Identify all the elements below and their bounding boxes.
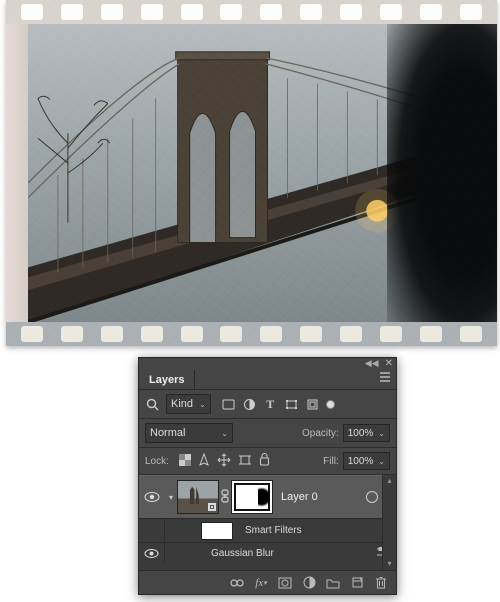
search-icon[interactable] [145, 397, 160, 412]
panel-menu-icon[interactable] [378, 371, 392, 383]
new-layer-icon[interactable] [350, 576, 364, 590]
blend-row: Normal ⌄ Opacity: 100% ⌄ [139, 419, 396, 448]
layers-panel: ◀◀ ✕ Layers Kind ⌄ T Normal ⌄ [138, 357, 397, 595]
visibility-toggle-icon[interactable] [144, 491, 160, 503]
filter-kind-select[interactable]: Kind ⌄ [166, 394, 211, 414]
smart-object-badge-icon [207, 502, 217, 512]
smart-filter-name: Gaussian Blur [211, 548, 274, 559]
new-group-icon[interactable] [326, 576, 340, 590]
smart-filters-mask-thumbnail[interactable] [201, 522, 233, 540]
layer-style-icon[interactable]: fx▾ [254, 576, 268, 590]
layer-name[interactable]: Layer 0 [281, 491, 318, 503]
opacity-input[interactable]: 100% ⌄ [343, 424, 390, 442]
mask-link-icon[interactable] [219, 489, 231, 506]
layer-filter-row: Kind ⌄ T [139, 390, 396, 419]
panel-top-strip: ◀◀ ✕ [139, 358, 396, 368]
panel-footer: fx▾ [139, 570, 396, 594]
chevron-down-icon: ⌄ [378, 457, 385, 466]
scroll-down-icon[interactable]: ▾ [383, 558, 396, 570]
smart-filters-header: Smart Filters [139, 519, 396, 543]
lock-image-icon[interactable] [198, 453, 210, 470]
visibility-spacer [139, 519, 165, 542]
photo-scratches [6, 0, 497, 346]
fill-value: 100% [348, 456, 374, 467]
new-adjustment-layer-icon[interactable] [302, 576, 316, 590]
lock-transparent-icon[interactable] [179, 454, 191, 469]
scroll-up-icon[interactable]: ▴ [383, 475, 396, 487]
filter-adjustment-icon[interactable] [242, 397, 257, 412]
canvas-preview [6, 0, 497, 346]
filter-type-icon[interactable]: T [263, 397, 278, 412]
tab-layers[interactable]: Layers [139, 370, 195, 389]
opacity-value: 100% [348, 428, 374, 439]
lock-row: Lock: Fill: 100% ⌄ [139, 448, 396, 475]
fill-input[interactable]: 100% ⌄ [343, 452, 390, 470]
chevron-down-icon: ⌄ [221, 429, 228, 438]
filter-shape-icon[interactable] [284, 397, 299, 412]
lock-label: Lock: [145, 456, 169, 467]
smart-filters-label: Smart Filters [245, 525, 302, 536]
panel-tabs: Layers [139, 368, 396, 390]
filter-kind-label: Kind [171, 398, 193, 410]
fill-label: Fill: [323, 456, 339, 467]
chevron-down-icon: ⌄ [378, 429, 385, 438]
layer-item[interactable]: ▾ Layer 0 ⌃ [139, 475, 396, 519]
lock-all-icon[interactable] [259, 453, 270, 469]
layer-list-scrollbar[interactable]: ▴ ▾ [382, 475, 396, 570]
smart-filter-item[interactable]: Gaussian Blur [139, 543, 396, 563]
close-icon[interactable]: ✕ [385, 358, 393, 369]
blend-mode-value: Normal [150, 427, 185, 439]
layer-thumbnail[interactable] [177, 480, 219, 514]
opacity-label: Opacity: [302, 428, 339, 439]
delete-layer-icon[interactable] [374, 576, 388, 590]
expand-toggle-icon[interactable]: ▾ [165, 493, 177, 502]
visibility-toggle-icon[interactable] [144, 548, 159, 559]
lock-position-icon[interactable] [217, 453, 231, 470]
collapse-icon[interactable]: ◀◀ [365, 358, 379, 369]
link-layers-icon[interactable] [230, 576, 244, 590]
filter-effects-indicator-icon[interactable] [366, 491, 378, 503]
chevron-down-icon: ⌄ [199, 400, 206, 409]
blend-mode-select[interactable]: Normal ⌄ [145, 423, 233, 443]
layer-mask-thumbnail[interactable] [231, 480, 273, 514]
filter-toggle-switch[interactable] [326, 400, 335, 409]
add-mask-icon[interactable] [278, 576, 292, 590]
filter-smart-icon[interactable] [305, 397, 320, 412]
filter-pixel-icon[interactable] [221, 397, 236, 412]
layer-list: ▾ Layer 0 ⌃ Smart Filters [139, 475, 396, 570]
lock-artboard-icon[interactable] [238, 454, 252, 469]
